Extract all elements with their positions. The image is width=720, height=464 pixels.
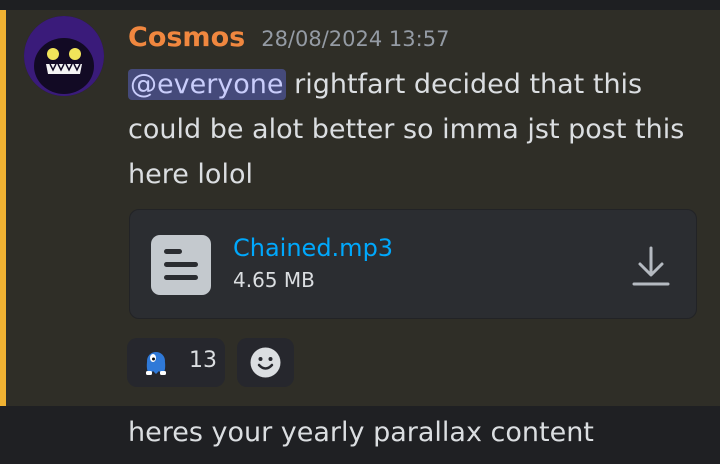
mention-accent-bar [0,10,6,406]
username[interactable]: Cosmos [128,22,245,53]
reaction-button[interactable]: 13 [127,338,225,387]
message-content: @everyone rightfart decided that this co… [128,62,708,197]
next-message-text: heres your yearly parallax content [128,417,594,448]
avatar-image [24,16,104,96]
highlighted-message: Cosmos 28/08/2024 13:57 @everyone rightf… [0,10,720,406]
file-attachment: Chained.mp3 4.65 MB [129,209,697,319]
add-reaction-button[interactable] [237,338,294,387]
timestamp[interactable]: 28/08/2024 13:57 [261,27,449,51]
blue-ghost-emoji [146,352,166,375]
avatar[interactable] [24,16,104,96]
smiley-icon [250,347,281,378]
everyone-mention[interactable]: @everyone [128,69,286,100]
document-icon [150,234,212,300]
download-button[interactable] [630,244,672,288]
message-header: Cosmos 28/08/2024 13:57 [128,22,449,58]
file-size: 4.65 MB [233,268,315,292]
file-name-link[interactable]: Chained.mp3 [233,234,393,262]
reaction-count: 13 [189,348,217,373]
download-icon [632,246,670,286]
previous-message-edge [0,0,720,10]
